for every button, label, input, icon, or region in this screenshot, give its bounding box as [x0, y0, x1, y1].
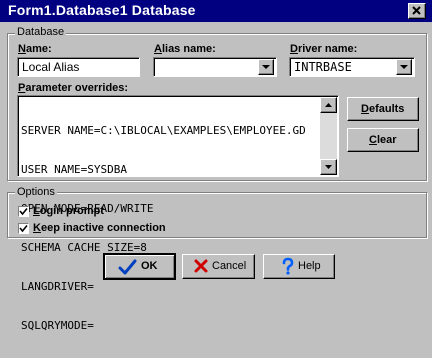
defaults-button[interactable]: Defaults: [347, 97, 419, 121]
close-icon: [412, 6, 421, 15]
arrow-up-icon: [325, 103, 332, 107]
parameter-overrides-memo[interactable]: SERVER NAME=C:\IBLOCAL\EXAMPLES\EMPLOYEE…: [17, 95, 339, 332]
keep-inactive-connection-checkbox[interactable]: [18, 223, 29, 234]
vertical-scrollbar[interactable]: [320, 97, 337, 175]
close-button[interactable]: [408, 3, 426, 19]
driver-name-value: INTRBASE: [294, 60, 352, 74]
clear-button[interactable]: Clear: [347, 128, 419, 152]
ok-label: OK: [141, 260, 158, 272]
checkmark-icon: [19, 224, 28, 233]
cancel-button[interactable]: Cancel: [182, 254, 255, 279]
options-group-label: Options: [15, 186, 57, 198]
alias-name-label: Alias name:: [154, 43, 216, 55]
param-line: SQLQRYMODE=: [21, 319, 94, 332]
chevron-down-icon: [262, 65, 270, 69]
name-label: Name:: [18, 43, 52, 55]
param-line: USER NAME=SYSDBA: [21, 163, 127, 176]
name-input[interactable]: Local Alias: [17, 57, 140, 77]
scroll-down-button[interactable]: [320, 159, 337, 175]
login-prompt-checkbox[interactable]: [18, 206, 29, 217]
ok-button[interactable]: OK: [103, 253, 176, 280]
help-button[interactable]: Help: [263, 254, 335, 279]
red-x-icon: [194, 259, 208, 273]
param-line: SERVER NAME=C:\IBLOCAL\EXAMPLES\EMPLOYEE…: [21, 124, 306, 137]
login-prompt-label[interactable]: Login prompt: [33, 205, 104, 217]
checkmark-icon: [118, 259, 137, 275]
param-line: LANGDRIVER=: [21, 280, 94, 293]
keep-inactive-connection-label[interactable]: Keep inactive connection: [33, 222, 166, 234]
driver-dropdown-button[interactable]: [396, 59, 412, 75]
title-bar: Form1.Database1 Database: [0, 0, 432, 22]
chevron-down-icon: [400, 65, 408, 69]
driver-name-select[interactable]: INTRBASE: [289, 57, 415, 77]
question-mark-icon: [282, 257, 294, 275]
alias-name-select[interactable]: [153, 57, 277, 77]
database-group-label: Database: [15, 26, 67, 38]
arrow-down-icon: [325, 165, 332, 169]
name-input-value: Local Alias: [22, 60, 80, 74]
cancel-label: Cancel: [212, 260, 247, 272]
driver-name-label: Driver name:: [290, 43, 358, 55]
scroll-up-button[interactable]: [320, 97, 337, 113]
help-label: Help: [298, 260, 321, 272]
alias-dropdown-button[interactable]: [258, 59, 274, 75]
window-title: Form1.Database1 Database: [8, 2, 196, 18]
checkmark-icon: [19, 207, 28, 216]
parameter-overrides-label: Parameter overrides:: [18, 82, 129, 94]
